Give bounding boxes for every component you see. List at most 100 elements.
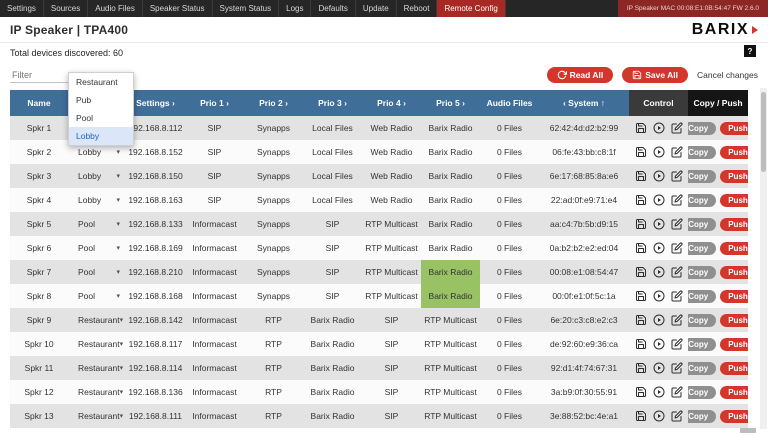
group-select[interactable]: Pool ▾ [70, 219, 124, 229]
prio3-cell[interactable]: Local Files [303, 116, 362, 140]
prio4-cell[interactable]: Web Radio [362, 188, 421, 212]
save-icon[interactable] [635, 386, 647, 398]
prio4-cell[interactable]: SIP [362, 404, 421, 428]
nav-item-reboot[interactable]: Reboot [397, 0, 438, 17]
settings-ip-cell[interactable]: 192.168.8.163 [126, 188, 185, 212]
column-header-11[interactable]: Copy / Push [688, 90, 748, 116]
prio5-cell[interactable]: RTP Multicast [421, 404, 480, 428]
push-button[interactable]: Push [720, 338, 748, 351]
copy-button[interactable]: Copy [688, 146, 716, 159]
settings-ip-cell[interactable]: 192.168.8.152 [126, 140, 185, 164]
edit-icon[interactable] [671, 386, 683, 398]
prio2-cell[interactable]: Synapps [244, 188, 303, 212]
audio-files-cell[interactable]: 0 Files [480, 404, 539, 428]
nav-item-sources[interactable]: Sources [44, 0, 88, 17]
prio1-cell[interactable]: Informacast [185, 308, 244, 332]
nav-item-settings[interactable]: Settings [0, 0, 44, 17]
push-button[interactable]: Push [720, 386, 748, 399]
save-icon[interactable] [635, 314, 647, 326]
prio1-cell[interactable]: Informacast [185, 404, 244, 428]
prio5-cell[interactable]: Barix Radio [421, 116, 480, 140]
prio5-cell[interactable]: Barix Radio [421, 284, 480, 308]
edit-icon[interactable] [671, 362, 683, 374]
copy-button[interactable]: Copy [688, 242, 716, 255]
push-button[interactable]: Push [720, 218, 748, 231]
prio5-cell[interactable]: RTP Multicast [421, 380, 480, 404]
edit-icon[interactable] [671, 314, 683, 326]
prio3-cell[interactable]: SIP [303, 284, 362, 308]
play-icon[interactable] [653, 218, 665, 230]
prio5-cell[interactable]: Barix Radio [421, 260, 480, 284]
edit-icon[interactable] [671, 122, 683, 134]
edit-icon[interactable] [671, 266, 683, 278]
column-header-3[interactable]: Prio 1 › [185, 90, 244, 116]
play-icon[interactable] [653, 122, 665, 134]
settings-ip-cell[interactable]: 192.168.8.114 [126, 356, 185, 380]
prio1-cell[interactable]: Informacast [185, 380, 244, 404]
column-header-4[interactable]: Prio 2 › [244, 90, 303, 116]
prio3-cell[interactable]: Barix Radio [303, 332, 362, 356]
audio-files-cell[interactable]: 0 Files [480, 332, 539, 356]
prio2-cell[interactable]: Synapps [244, 260, 303, 284]
push-button[interactable]: Push [720, 242, 748, 255]
settings-ip-cell[interactable]: 192.168.8.169 [126, 236, 185, 260]
prio2-cell[interactable]: RTP [244, 380, 303, 404]
save-icon[interactable] [635, 194, 647, 206]
edit-icon[interactable] [671, 146, 683, 158]
nav-item-logs[interactable]: Logs [279, 0, 311, 17]
prio4-cell[interactable]: RTP Multicast [362, 260, 421, 284]
prio4-cell[interactable]: Web Radio [362, 116, 421, 140]
prio1-cell[interactable]: Informacast [185, 212, 244, 236]
nav-item-defaults[interactable]: Defaults [311, 0, 355, 17]
copy-button[interactable]: Copy [688, 218, 716, 231]
play-icon[interactable] [653, 410, 665, 422]
play-icon[interactable] [653, 362, 665, 374]
prio1-cell[interactable]: Informacast [185, 356, 244, 380]
prio5-cell[interactable]: RTP Multicast [421, 332, 480, 356]
prio3-cell[interactable]: Barix Radio [303, 308, 362, 332]
play-icon[interactable] [653, 266, 665, 278]
audio-files-cell[interactable]: 0 Files [480, 212, 539, 236]
save-icon[interactable] [635, 146, 647, 158]
play-icon[interactable] [653, 314, 665, 326]
group-select[interactable]: Pool ▾ [70, 267, 124, 277]
group-select[interactable]: Pool ▾ [70, 243, 124, 253]
edit-icon[interactable] [671, 290, 683, 302]
prio2-cell[interactable]: RTP [244, 308, 303, 332]
prio1-cell[interactable]: SIP [185, 164, 244, 188]
copy-button[interactable]: Copy [688, 266, 716, 279]
prio5-cell[interactable]: RTP Multicast [421, 308, 480, 332]
copy-button[interactable]: Copy [688, 122, 716, 135]
settings-ip-cell[interactable]: 192.168.8.117 [126, 332, 185, 356]
horizontal-scrollbar-thumb[interactable] [740, 428, 756, 433]
audio-files-cell[interactable]: 0 Files [480, 356, 539, 380]
column-header-0[interactable]: Name [10, 90, 68, 116]
prio1-cell[interactable]: Informacast [185, 332, 244, 356]
prio4-cell[interactable]: SIP [362, 380, 421, 404]
prio2-cell[interactable]: Synapps [244, 236, 303, 260]
prio2-cell[interactable]: RTP [244, 332, 303, 356]
prio2-cell[interactable]: Synapps [244, 284, 303, 308]
group-select[interactable]: Restaurant ▾ [70, 387, 124, 397]
copy-button[interactable]: Copy [688, 170, 716, 183]
prio4-cell[interactable]: RTP Multicast [362, 284, 421, 308]
prio3-cell[interactable]: SIP [303, 212, 362, 236]
settings-ip-cell[interactable]: 192.168.8.112 [126, 116, 185, 140]
prio2-cell[interactable]: Synapps [244, 116, 303, 140]
prio3-cell[interactable]: Barix Radio [303, 404, 362, 428]
group-select[interactable]: Restaurant ▾ [70, 411, 124, 421]
prio3-cell[interactable]: Local Files [303, 188, 362, 212]
settings-ip-cell[interactable]: 192.168.8.133 [126, 212, 185, 236]
copy-button[interactable]: Copy [688, 314, 716, 327]
dropdown-option-lobby[interactable]: Lobby [69, 127, 133, 145]
audio-files-cell[interactable]: 0 Files [480, 380, 539, 404]
settings-ip-cell[interactable]: 192.168.8.142 [126, 308, 185, 332]
edit-icon[interactable] [671, 170, 683, 182]
play-icon[interactable] [653, 242, 665, 254]
save-all-button[interactable]: Save All [622, 67, 688, 83]
column-header-9[interactable]: ‹ System ↑ [539, 90, 629, 116]
prio2-cell[interactable]: RTP [244, 404, 303, 428]
play-icon[interactable] [653, 290, 665, 302]
prio1-cell[interactable]: Informacast [185, 260, 244, 284]
group-select[interactable]: Lobby ▾ [70, 147, 124, 157]
